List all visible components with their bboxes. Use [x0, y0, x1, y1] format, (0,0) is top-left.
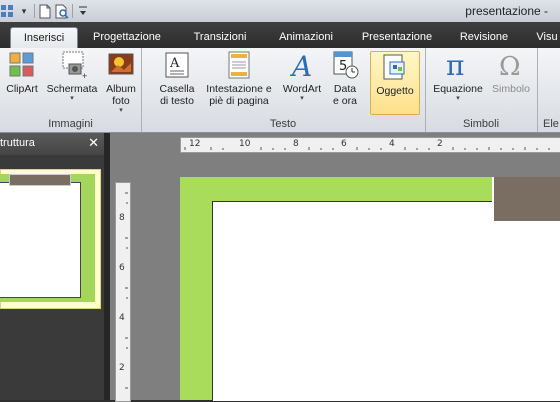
wordart-button[interactable]: A WordArt ▾	[279, 50, 325, 103]
slide-thumbnail[interactable]	[0, 169, 101, 309]
wordart-dropdown-icon: ▾	[300, 95, 304, 102]
svg-text:+: +	[82, 71, 87, 80]
vertical-ruler-ticks	[125, 192, 128, 389]
simbolo-button[interactable]: Ω Simbolo	[489, 50, 533, 95]
oggetto-button[interactable]: Oggetto	[370, 51, 420, 115]
wordart-label: WordArt	[282, 83, 322, 95]
intestazione-label-line2: piè di pagina	[209, 95, 269, 107]
data-label-line1: Data	[333, 83, 357, 95]
equazione-label: Equazione	[433, 83, 483, 95]
group-simboli: π Equazione ▾ Ω Simbolo Simboli	[425, 48, 538, 132]
thumbnail-tab	[9, 174, 71, 186]
group-label-testo: Testo	[269, 118, 297, 130]
qat-separator	[72, 4, 73, 18]
omega-icon: Ω	[496, 50, 526, 82]
insert-object-icon	[380, 52, 410, 82]
slides-pane	[0, 155, 104, 400]
clipart-button[interactable]: ClipArt	[2, 50, 42, 95]
horizontal-ruler: 12 10 8 6 4 2	[180, 137, 560, 153]
slide-title-tab[interactable]	[492, 177, 560, 223]
casella-testo-button[interactable]: A Casella di testo	[155, 50, 199, 107]
group-immagini: ClipArt + Schermata ▾ Album foto ▾ Immag…	[0, 48, 142, 132]
ribbon: ClipArt + Schermata ▾ Album foto ▾ Immag…	[0, 48, 560, 133]
ribbon-tabs: Inserisci Progettazione Transizioni Anim…	[0, 22, 560, 49]
wordart-icon: A	[287, 50, 317, 83]
equazione-button[interactable]: π Equazione ▾	[429, 49, 487, 103]
schermata-dropdown-icon: ▾	[70, 95, 74, 102]
casella-label-line2: di testo	[160, 95, 194, 107]
vertical-ruler: 8 6 4 2	[115, 182, 131, 402]
group-label-elementi: Ele	[543, 118, 559, 130]
horizontal-ruler-ticks	[184, 147, 550, 150]
qat-separator	[34, 4, 35, 18]
group-elementi: Ele	[537, 48, 560, 132]
album-dropdown-icon: ▾	[119, 107, 123, 114]
group-label-simboli: Simboli	[462, 118, 500, 130]
window-title: presentazione -	[465, 4, 548, 18]
qat-dropdown-icon[interactable]: ▾	[17, 4, 31, 19]
equazione-dropdown-icon: ▾	[456, 95, 460, 102]
album-label-line2: foto	[112, 95, 130, 107]
album-label-line1: Album	[106, 83, 136, 95]
clipart-icon	[7, 50, 37, 80]
tab-visualizza[interactable]: Visu	[532, 27, 560, 48]
customize-dropdown-icon[interactable]	[76, 4, 90, 19]
new-document-icon[interactable]	[38, 4, 52, 19]
close-icon[interactable]: ✕	[88, 135, 99, 151]
intestazione-label-line1: Intestazione e	[206, 83, 272, 95]
schermata-label: Schermata	[46, 83, 98, 95]
album-foto-button[interactable]: Album foto ▾	[102, 50, 140, 115]
tab-animazioni[interactable]: Animazioni	[268, 27, 344, 48]
pane-title: truttura	[0, 137, 35, 149]
pi-glyph: π	[446, 50, 464, 80]
oggetto-label: Oggetto	[376, 85, 414, 97]
simbolo-label: Simbolo	[492, 83, 530, 95]
tab-transizioni[interactable]: Transizioni	[182, 27, 258, 48]
casella-label-line1: Casella	[159, 83, 195, 95]
data-label-line2: e ora	[333, 95, 357, 107]
thumbnail-background	[0, 174, 95, 302]
tab-progettazione[interactable]: Progettazione	[84, 27, 170, 48]
group-label-immagini: Immagini	[48, 118, 93, 130]
header-footer-icon	[224, 50, 254, 80]
pi-icon: π	[443, 49, 473, 82]
svg-text:A: A	[169, 56, 180, 71]
group-testo: A Casella di testo Intestazione e piè di…	[141, 48, 426, 132]
text-box-icon: A	[162, 50, 192, 80]
intestazione-button[interactable]: Intestazione e piè di pagina	[201, 50, 277, 107]
omega-glyph: Ω	[499, 52, 521, 80]
wordart-glyph: A	[289, 50, 312, 80]
schermata-button[interactable]: + Schermata ▾	[44, 50, 100, 103]
slide-content-area[interactable]	[212, 201, 560, 402]
title-bar: ▾ presentazione -	[0, 0, 560, 22]
tab-revisione[interactable]: Revisione	[452, 27, 516, 48]
screenshot-icon: +	[57, 50, 87, 81]
clipart-label: ClipArt	[6, 83, 38, 95]
print-preview-icon[interactable]	[55, 4, 69, 19]
data-ora-button[interactable]: 5 Data e ora	[327, 50, 363, 107]
tab-presentazione[interactable]: Presentazione	[354, 27, 440, 48]
quick-access-toolbar: ▾	[0, 2, 90, 20]
current-slide[interactable]	[180, 177, 560, 402]
tab-inserisci[interactable]: Inserisci	[10, 27, 78, 49]
photo-album-icon	[106, 50, 136, 80]
outline-pane-header: truttura ✕	[0, 133, 104, 155]
grid-icon[interactable]	[0, 4, 14, 19]
calendar-clock-icon: 5	[330, 50, 360, 80]
thumbnail-content	[0, 182, 81, 298]
